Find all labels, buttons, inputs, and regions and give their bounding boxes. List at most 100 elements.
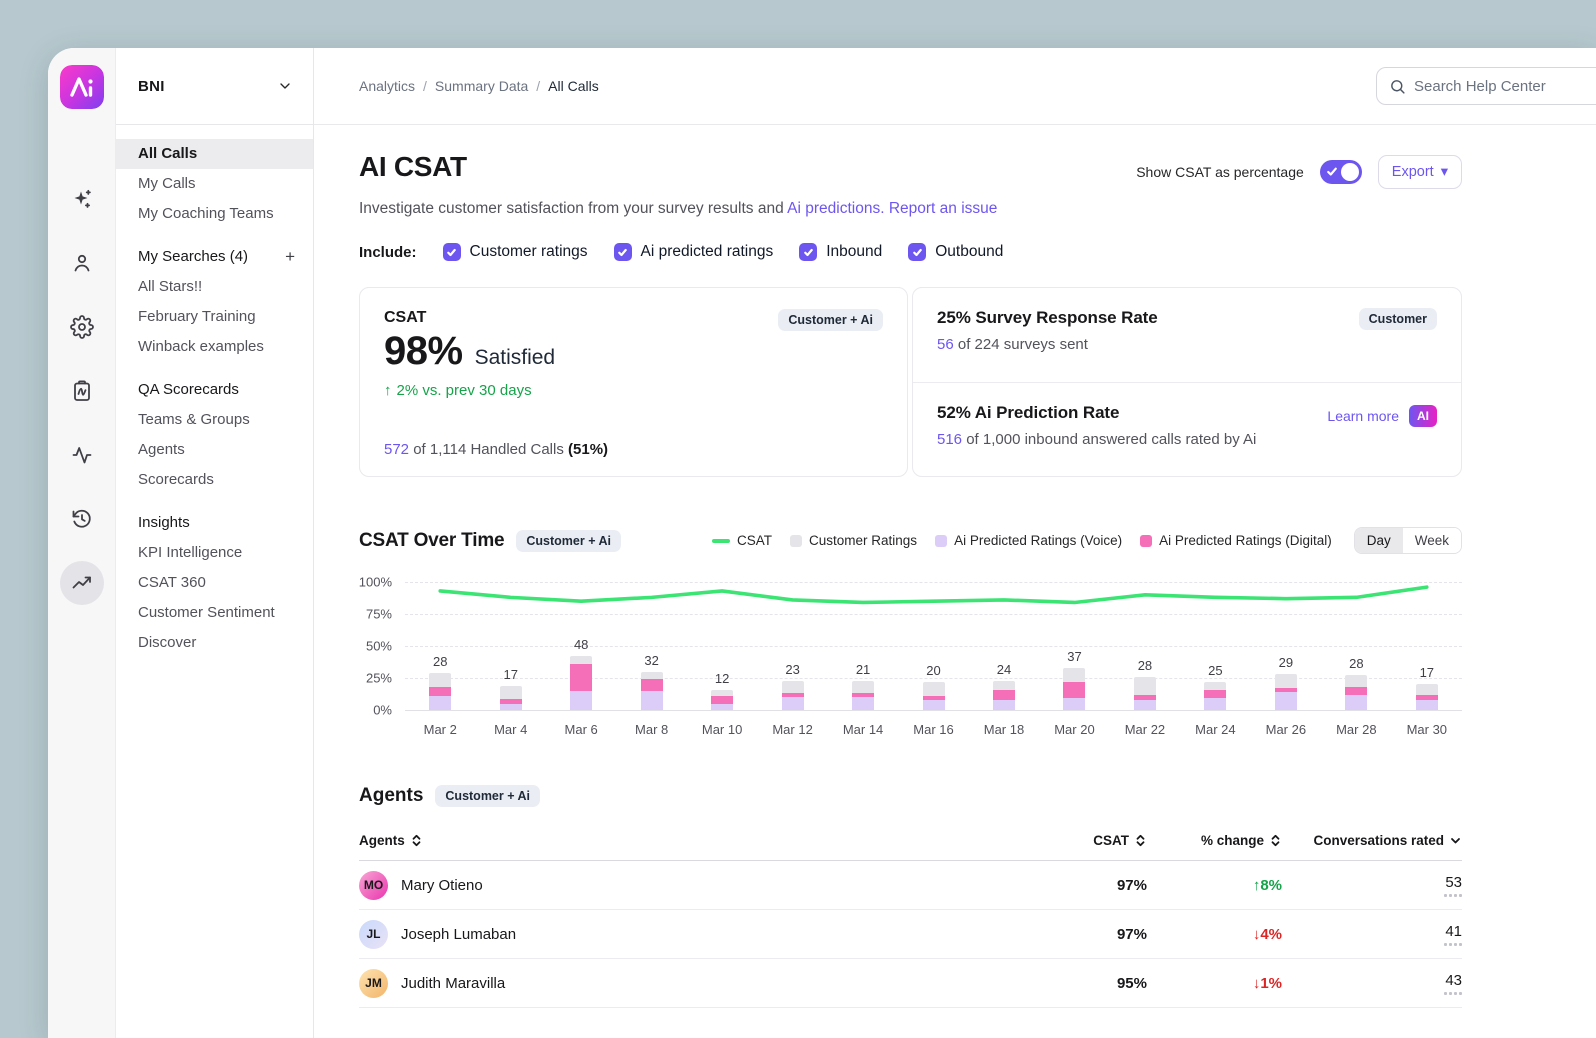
bar-group-mar-30[interactable]: 17 xyxy=(1392,665,1462,710)
column-header-agents[interactable]: Agents xyxy=(359,833,1037,848)
sidebar-item-qa-scorecards[interactable]: QA Scorecards xyxy=(116,375,313,405)
bar-group-mar-12[interactable]: 23 xyxy=(757,662,827,710)
handled-calls-line: 572 of 1,114 Handled Calls (51%) xyxy=(384,441,883,458)
rail-activity-button[interactable] xyxy=(60,433,104,477)
bar-value-label: 28 xyxy=(1349,656,1363,671)
agent-change: ↑8% xyxy=(1253,877,1282,894)
bar-group-mar-18[interactable]: 24 xyxy=(969,662,1039,710)
sidebar-item-label: CSAT 360 xyxy=(138,574,206,592)
sidebar-item-my-coaching-teams[interactable]: My Coaching Teams xyxy=(116,199,313,229)
chart-title: CSAT Over Time xyxy=(359,530,504,552)
sidebar-item-discover[interactable]: Discover xyxy=(116,628,313,658)
sidebar-item-february-training[interactable]: February Training xyxy=(116,302,313,332)
bar-segment xyxy=(1063,682,1085,699)
sidebar-item-insights[interactable]: Insights xyxy=(116,508,313,538)
legend-label: Ai Predicted Ratings (Voice) xyxy=(954,533,1122,548)
handled-calls-link[interactable]: 572 xyxy=(384,441,409,458)
bar-segment xyxy=(1275,674,1297,688)
help-search-input[interactable]: Search Help Center xyxy=(1376,67,1596,105)
bar-group-mar-4[interactable]: 17 xyxy=(475,667,545,710)
column-header-conversations-rated[interactable]: Conversations rated xyxy=(1282,833,1462,848)
column-header--change[interactable]: % change xyxy=(1147,833,1282,848)
y-tick-label: 0% xyxy=(373,703,392,718)
sidebar-item-agents[interactable]: Agents xyxy=(116,435,313,465)
bar-group-mar-20[interactable]: 37 xyxy=(1039,649,1109,710)
sidebar-item-all-stars-[interactable]: All Stars!! xyxy=(116,272,313,302)
rail-trend-up-button[interactable] xyxy=(60,561,104,605)
bar-group-mar-6[interactable]: 48 xyxy=(546,637,616,710)
agent-rated: 41 xyxy=(1444,923,1462,946)
agent-row-judith-maravilla[interactable]: JMJudith Maravilla95%↓1%43 xyxy=(359,959,1462,1008)
bar-segment xyxy=(1345,695,1367,710)
include-checkbox-ai-predicted-ratings[interactable]: Ai predicted ratings xyxy=(614,243,774,261)
app-logo[interactable] xyxy=(60,65,104,109)
sidebar-item-kpi-intelligence[interactable]: KPI Intelligence xyxy=(116,538,313,568)
export-button[interactable]: Export ▾ xyxy=(1378,155,1462,189)
sidebar-item-label: My Calls xyxy=(138,175,196,193)
rail-user-button[interactable] xyxy=(60,241,104,285)
sidebar-item-my-searches-4-[interactable]: My Searches (4)+ xyxy=(116,242,313,272)
bar-value-label: 12 xyxy=(715,671,729,686)
toggle-day[interactable]: Day xyxy=(1355,528,1403,553)
chart-plot-area: 100%75%50%25%0% 281748321223212024372825… xyxy=(359,582,1462,710)
rail-history-button[interactable] xyxy=(60,497,104,541)
sort-icon xyxy=(1134,834,1147,847)
breadcrumb-separator: / xyxy=(423,78,427,94)
bar-segment xyxy=(500,686,522,699)
survey-rate-title: 25% Survey Response Rate xyxy=(937,308,1158,328)
add-search-button[interactable]: + xyxy=(285,250,295,264)
sidebar-item-label: Customer Sentiment xyxy=(138,604,275,622)
breadcrumb: Analytics/Summary Data/All Calls xyxy=(359,78,599,94)
include-checkbox-customer-ratings[interactable]: Customer ratings xyxy=(443,243,588,261)
column-header-csat[interactable]: CSAT xyxy=(1037,833,1147,848)
sidebar-item-my-calls[interactable]: My Calls xyxy=(116,169,313,199)
surveys-sent-link[interactable]: 56 xyxy=(937,336,954,353)
toggle-week[interactable]: Week xyxy=(1403,528,1461,553)
legend-swatch xyxy=(935,535,947,547)
agent-change: ↓4% xyxy=(1253,926,1282,943)
checkbox-checked-icon xyxy=(443,243,461,261)
bar-group-mar-16[interactable]: 20 xyxy=(898,663,968,710)
ai-predictions-link[interactable]: Ai predictions. xyxy=(787,200,884,217)
report-issue-link[interactable]: Report an issue xyxy=(889,200,998,217)
agent-row-mary-otieno[interactable]: MOMary Otieno97%↑8%53 xyxy=(359,861,1462,910)
rated-by-ai-link[interactable]: 516 xyxy=(937,431,962,448)
agent-row-joseph-lumaban[interactable]: JLJoseph Lumaban97%↓4%41 xyxy=(359,910,1462,959)
sidebar-item-label: Insights xyxy=(138,514,190,532)
sidebar-item-teams-groups[interactable]: Teams & Groups xyxy=(116,405,313,435)
x-tick-label: Mar 8 xyxy=(616,722,686,737)
checkbox-checked-icon xyxy=(614,243,632,261)
sidebar-item-winback-examples[interactable]: Winback examples xyxy=(116,332,313,362)
bar-group-mar-10[interactable]: 12 xyxy=(687,671,757,710)
breadcrumb-item[interactable]: Summary Data xyxy=(435,78,528,94)
bar-group-mar-24[interactable]: 25 xyxy=(1180,663,1250,710)
sidebar-item-customer-sentiment[interactable]: Customer Sentiment xyxy=(116,598,313,628)
breadcrumb-item[interactable]: Analytics xyxy=(359,78,415,94)
rated-by-ai-line: 516 of 1,000 inbound answered calls rate… xyxy=(937,431,1256,448)
include-checkbox-inbound[interactable]: Inbound xyxy=(799,243,882,261)
sidebar-item-csat-360[interactable]: CSAT 360 xyxy=(116,568,313,598)
sidebar-item-all-calls[interactable]: All Calls xyxy=(116,139,313,169)
check-icon xyxy=(1327,167,1337,177)
bar-group-mar-14[interactable]: 21 xyxy=(828,662,898,710)
include-checkbox-outbound[interactable]: Outbound xyxy=(908,243,1003,261)
column-label: Conversations rated xyxy=(1313,833,1444,848)
bar-group-mar-28[interactable]: 28 xyxy=(1321,656,1391,710)
bar-segment xyxy=(923,682,945,696)
agent-csat: 95% xyxy=(1037,975,1147,992)
sidebar-item-label: Teams & Groups xyxy=(138,411,250,429)
bar-group-mar-22[interactable]: 28 xyxy=(1110,658,1180,710)
workspace-switcher[interactable]: BNI xyxy=(116,48,313,125)
bar-group-mar-26[interactable]: 29 xyxy=(1251,655,1321,710)
rail-sparkles-button[interactable] xyxy=(60,177,104,221)
bar-group-mar-8[interactable]: 32 xyxy=(616,653,686,710)
stacked-bar xyxy=(993,681,1015,710)
checkbox-checked-icon xyxy=(799,243,817,261)
csat-percentage-toggle[interactable] xyxy=(1320,160,1362,184)
rail-clipboard-scorecard-button[interactable] xyxy=(60,369,104,413)
sidebar-item-scorecards[interactable]: Scorecards xyxy=(116,465,313,495)
activity-icon xyxy=(70,443,94,467)
rail-gear-button[interactable] xyxy=(60,305,104,349)
bar-group-mar-2[interactable]: 28 xyxy=(405,654,475,710)
learn-more-link[interactable]: Learn more xyxy=(1327,408,1399,424)
